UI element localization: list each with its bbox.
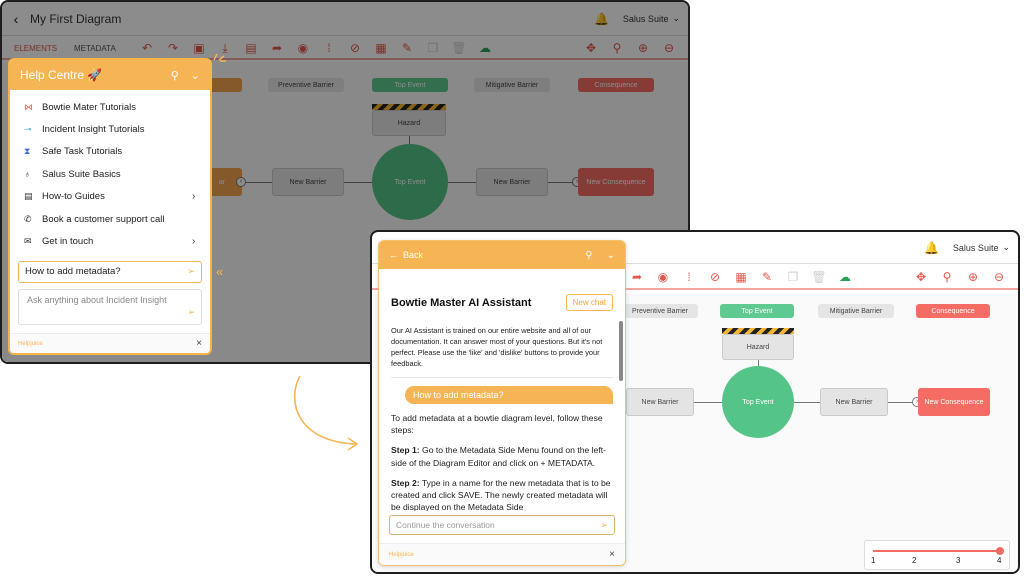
help-item-how-to[interactable]: ▤ How-to Guides ›	[10, 186, 210, 208]
question-input[interactable]: How to add metadata? ➢	[18, 260, 202, 283]
top-event-node[interactable]: Top Event	[722, 366, 794, 438]
help-item-support-call[interactable]: ✆ Book a customer support call	[10, 208, 210, 230]
insight-icon: ⊸	[24, 124, 32, 135]
user-message: How to add metadata?	[405, 386, 613, 404]
search-icon[interactable]: ⚲	[934, 270, 960, 284]
phone-icon: ✆	[24, 213, 32, 224]
send-icon[interactable]: ➢	[600, 520, 608, 531]
cloud-icon[interactable]: ☁	[832, 270, 858, 284]
ai-conversation[interactable]: Bowtie Master AI Assistant New chat Our …	[379, 269, 625, 511]
chevron-down-icon[interactable]: ⌄	[191, 69, 200, 82]
search-icon[interactable]: ⚲	[585, 250, 592, 261]
zoom-tick: 3	[956, 556, 961, 565]
zoom-slider[interactable]: 1 2 3 4	[864, 540, 1010, 570]
ask-input[interactable]: Ask anything about Incident Insight ➢	[18, 288, 202, 325]
barrier-left[interactable]: New Barrier	[626, 388, 694, 416]
help-item-label: Book a customer support call	[42, 213, 165, 225]
help-footer: Helpjuice ×	[10, 333, 210, 353]
input-placeholder: Continue the conversation	[396, 520, 495, 530]
send-icon[interactable]: ➢	[187, 266, 195, 277]
footer-brand: Helpjuice	[389, 551, 414, 558]
help-item-get-in-touch[interactable]: ✉ Get in touch ›	[10, 230, 210, 252]
zoom-tick: 1	[871, 556, 876, 565]
share-icon[interactable]: ➦	[624, 270, 650, 284]
zoom-handle[interactable]	[996, 547, 1004, 555]
chevron-right-icon: ›	[192, 236, 196, 248]
step-label: Step 2:	[391, 477, 420, 488]
mail-icon: ✉	[24, 236, 32, 247]
help-item-bowtie[interactable]: ⋈ Bowtie Mater Tutorials	[10, 96, 210, 118]
bowtie-icon: ⋈	[24, 101, 33, 112]
answer-step-1: Step 1: Go to the Metadata Side Menu fou…	[391, 444, 613, 468]
view-icon[interactable]: ◉	[650, 270, 676, 284]
hourglass-icon: ⧗	[24, 146, 31, 157]
back-button[interactable]: Back	[403, 250, 585, 260]
help-item-label: Incident Insight Tutorials	[42, 124, 145, 136]
help-centre-title: Help Centre 🚀	[20, 68, 103, 82]
arrow-left-icon[interactable]: ←	[389, 250, 398, 260]
ai-footer: Helpjuice ×	[379, 543, 625, 565]
help-centre-header: Help Centre 🚀 ⚲ ⌄	[10, 60, 210, 90]
user-menu[interactable]: Salus Suite	[953, 243, 999, 253]
grid-icon[interactable]: ⁞	[676, 270, 702, 284]
help-item-label: Salus Suite Basics	[42, 168, 121, 180]
close-icon[interactable]: ×	[609, 549, 615, 560]
help-item-safe-task[interactable]: ⧗ Safe Task Tutorials	[10, 141, 210, 163]
chevron-right-icon: ›	[192, 191, 196, 203]
help-item-incident[interactable]: ⊸ Incident Insight Tutorials	[10, 118, 210, 140]
help-item-basics[interactable]: ♁ Salus Suite Basics	[10, 163, 210, 185]
ai-assistant-panel: ← Back ⚲ ⌄ Bowtie Master AI Assistant Ne…	[378, 240, 626, 566]
help-item-label: Bowtie Mater Tutorials	[42, 101, 136, 113]
zoom-tick: 2	[912, 556, 917, 565]
header-consequence: Consequence	[916, 304, 990, 318]
footer-brand: Helpjuice	[18, 340, 43, 347]
step-label: Step 1:	[391, 445, 420, 456]
help-centre-panel: Help Centre 🚀 ⚲ ⌄ ⋈ Bowtie Mater Tutoria…	[8, 58, 212, 355]
answer-step-2: Step 2: Type in a name for the new metad…	[391, 477, 613, 511]
ask-placeholder: Ask anything about Incident Insight	[27, 294, 167, 305]
question-input-value: How to add metadata?	[25, 266, 121, 278]
zoom-out-icon[interactable]: ⊖	[986, 270, 1012, 284]
curved-arrow-icon	[293, 375, 359, 451]
chevron-down-icon[interactable]: ⌄	[1002, 242, 1010, 253]
delete-icon[interactable]: 🗑	[806, 270, 832, 284]
new-chat-button[interactable]: New chat	[565, 294, 613, 311]
ai-title: Bowtie Master AI Assistant	[391, 296, 532, 309]
answer-intro: To add metadata at a bowtie diagram leve…	[391, 413, 603, 436]
bell-icon[interactable]: 🔔	[924, 241, 939, 255]
header-preventive: Preventive Barrier	[622, 304, 698, 318]
help-item-label: Safe Task Tutorials	[42, 146, 123, 158]
header-mitigative: Mitigative Barrier	[818, 304, 894, 318]
hide-icon[interactable]: ⊘	[702, 270, 728, 284]
scrollbar[interactable]	[619, 321, 623, 381]
edit-icon[interactable]: ✎	[754, 270, 780, 284]
chevron-down-icon[interactable]: ⌄	[607, 250, 615, 261]
copy-icon[interactable]: ❐	[780, 270, 806, 284]
double-chevron-left-icon: «	[216, 264, 224, 279]
zoom-track[interactable]	[873, 550, 1001, 552]
continue-conversation-input[interactable]: Continue the conversation ➢	[389, 515, 615, 535]
lightbulb-icon: ♁	[24, 169, 31, 180]
help-item-label: Get in touch	[42, 236, 94, 248]
search-icon[interactable]: ⚲	[171, 69, 179, 82]
ai-assistant-header: ← Back ⚲ ⌄	[379, 241, 625, 269]
zoom-tick: 4	[997, 556, 1002, 565]
hazard-node[interactable]: Hazard	[722, 334, 794, 360]
sparkle-icon	[213, 53, 226, 62]
document-icon: ▤	[24, 191, 33, 202]
step-text: Go to the Metadata Side Menu found on th…	[391, 445, 606, 468]
zoom-in-icon[interactable]: ⊕	[960, 270, 986, 284]
consequence-node[interactable]: New Consequence	[918, 388, 990, 416]
assistant-answer: To add metadata at a bowtie diagram leve…	[391, 412, 613, 511]
send-icon[interactable]: ➢	[187, 306, 195, 319]
table-icon[interactable]: ▦	[728, 270, 754, 284]
help-item-label: How-to Guides	[42, 191, 105, 203]
close-icon[interactable]: ×	[196, 338, 202, 349]
ai-description: Our AI Assistant is trained on our entir…	[391, 325, 613, 378]
step-text: Type in a name for the new metadata that…	[391, 477, 611, 511]
barrier-right[interactable]: New Barrier	[820, 388, 888, 416]
header-top-event: Top Event	[720, 304, 794, 318]
move-icon[interactable]: ✥	[908, 270, 934, 284]
